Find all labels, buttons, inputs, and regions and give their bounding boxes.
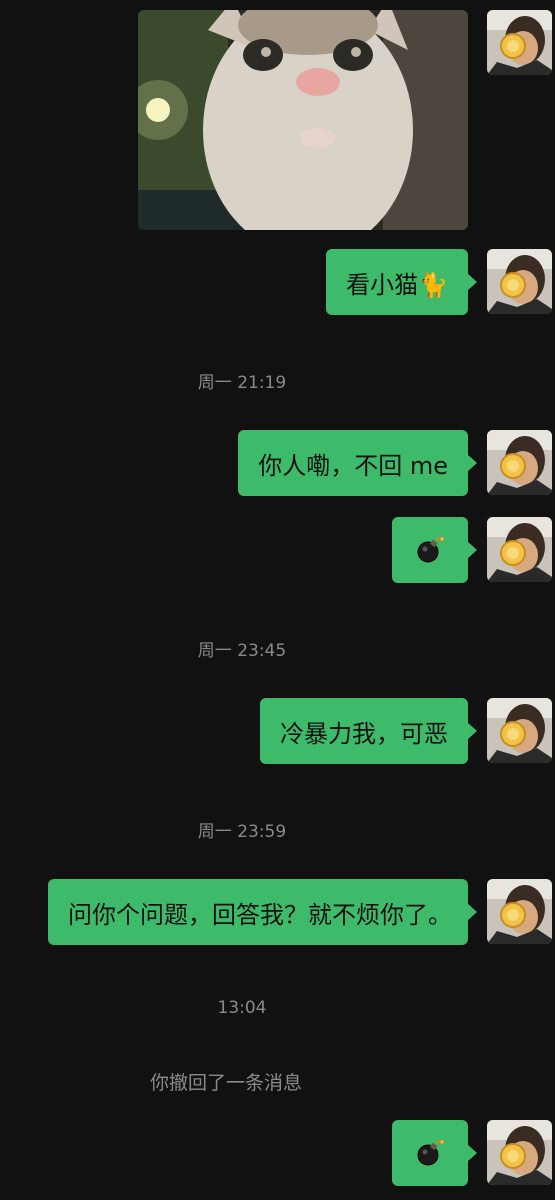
message-bubble[interactable]: 冷暴力我，可恶 bbox=[260, 698, 477, 764]
message-text: 问你个问题，回答我？就不烦你了。 bbox=[68, 900, 452, 929]
message-text: 冷暴力我，可恶 bbox=[280, 719, 448, 748]
avatar-image bbox=[487, 698, 552, 763]
avatar-image bbox=[487, 879, 552, 944]
message-bubble[interactable] bbox=[392, 1120, 477, 1186]
avatar[interactable] bbox=[487, 10, 552, 75]
avatar-image bbox=[487, 249, 552, 314]
message-bubble[interactable]: 你人嘞，不回 me bbox=[238, 430, 477, 496]
avatar-image bbox=[487, 430, 552, 495]
avatar[interactable] bbox=[487, 517, 552, 582]
avatar-image bbox=[487, 1120, 552, 1185]
avatar-image bbox=[487, 517, 552, 582]
recall-notice: 你撤回了一条消息 bbox=[150, 1072, 303, 1094]
avatar[interactable] bbox=[487, 430, 552, 495]
message-text: 你人嘞，不回 me bbox=[258, 451, 448, 480]
avatar-image bbox=[487, 10, 552, 75]
avatar[interactable] bbox=[487, 879, 552, 944]
avatar[interactable] bbox=[487, 698, 552, 763]
bomb-icon bbox=[416, 1139, 444, 1167]
avatar[interactable] bbox=[487, 1120, 552, 1185]
message-bubble[interactable]: 看小猫🐈 bbox=[326, 249, 477, 315]
timestamp: 13:04 bbox=[217, 998, 267, 1018]
avatar[interactable] bbox=[487, 249, 552, 314]
timestamp: 周一 23:45 bbox=[197, 641, 287, 661]
cat-photo[interactable] bbox=[138, 10, 468, 230]
timestamp: 周一 21:19 bbox=[197, 373, 287, 393]
timestamp: 周一 23:59 bbox=[197, 822, 287, 842]
message-bubble[interactable]: 问你个问题，回答我？就不烦你了。 bbox=[48, 879, 477, 945]
message-text: 看小猫🐈 bbox=[346, 270, 448, 299]
bomb-icon bbox=[416, 536, 444, 564]
message-bubble[interactable] bbox=[392, 517, 477, 583]
